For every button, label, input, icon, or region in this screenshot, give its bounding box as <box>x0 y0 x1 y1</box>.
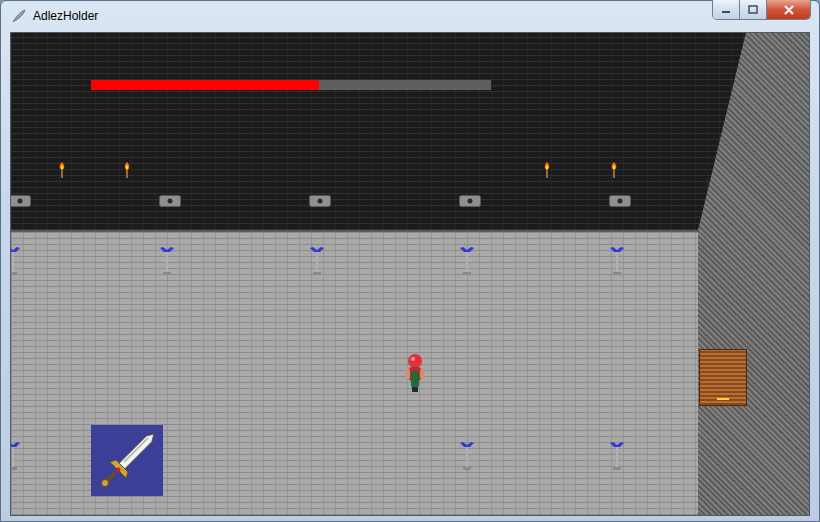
candle-stand-icon <box>459 246 475 276</box>
window-title: AdlezHolder <box>33 9 706 23</box>
minimize-button[interactable] <box>713 0 739 19</box>
wall-plate-icon <box>10 195 31 207</box>
wall-plate-icon <box>459 195 481 207</box>
minimize-icon <box>721 6 731 14</box>
maximize-icon <box>748 5 758 14</box>
feather-icon <box>11 8 27 24</box>
door[interactable] <box>699 349 747 406</box>
candle-stand-icon <box>10 246 21 276</box>
inventory-slot[interactable] <box>91 425 163 496</box>
close-icon <box>783 5 795 15</box>
torch-icon <box>609 161 619 179</box>
candle-stand-icon <box>609 441 625 471</box>
window-frame <box>1 30 819 521</box>
door-handle <box>717 398 729 400</box>
torch-icon <box>57 161 67 179</box>
wall-plate-icon <box>159 195 181 207</box>
torch-icon <box>122 161 132 179</box>
player-character-icon[interactable] <box>403 353 427 395</box>
wall-plate-icon <box>309 195 331 207</box>
close-button[interactable] <box>766 0 810 19</box>
candle-stand-icon <box>459 441 475 471</box>
torch-icon <box>542 161 552 179</box>
sword-icon <box>96 430 158 492</box>
maximize-button[interactable] <box>739 0 766 19</box>
candle-stand-icon <box>609 246 625 276</box>
dungeon-wall <box>11 33 809 230</box>
title-bar[interactable]: AdlezHolder <box>1 1 819 30</box>
wall-plate-icon <box>609 195 631 207</box>
game-canvas[interactable] <box>10 32 810 516</box>
game-window: AdlezHolder <box>0 0 820 522</box>
health-fill <box>91 80 319 90</box>
health-bar <box>91 80 491 90</box>
candle-stand-icon <box>309 246 325 276</box>
candle-stand-icon <box>10 441 21 471</box>
candle-stand-icon <box>159 246 175 276</box>
window-controls <box>712 0 811 20</box>
